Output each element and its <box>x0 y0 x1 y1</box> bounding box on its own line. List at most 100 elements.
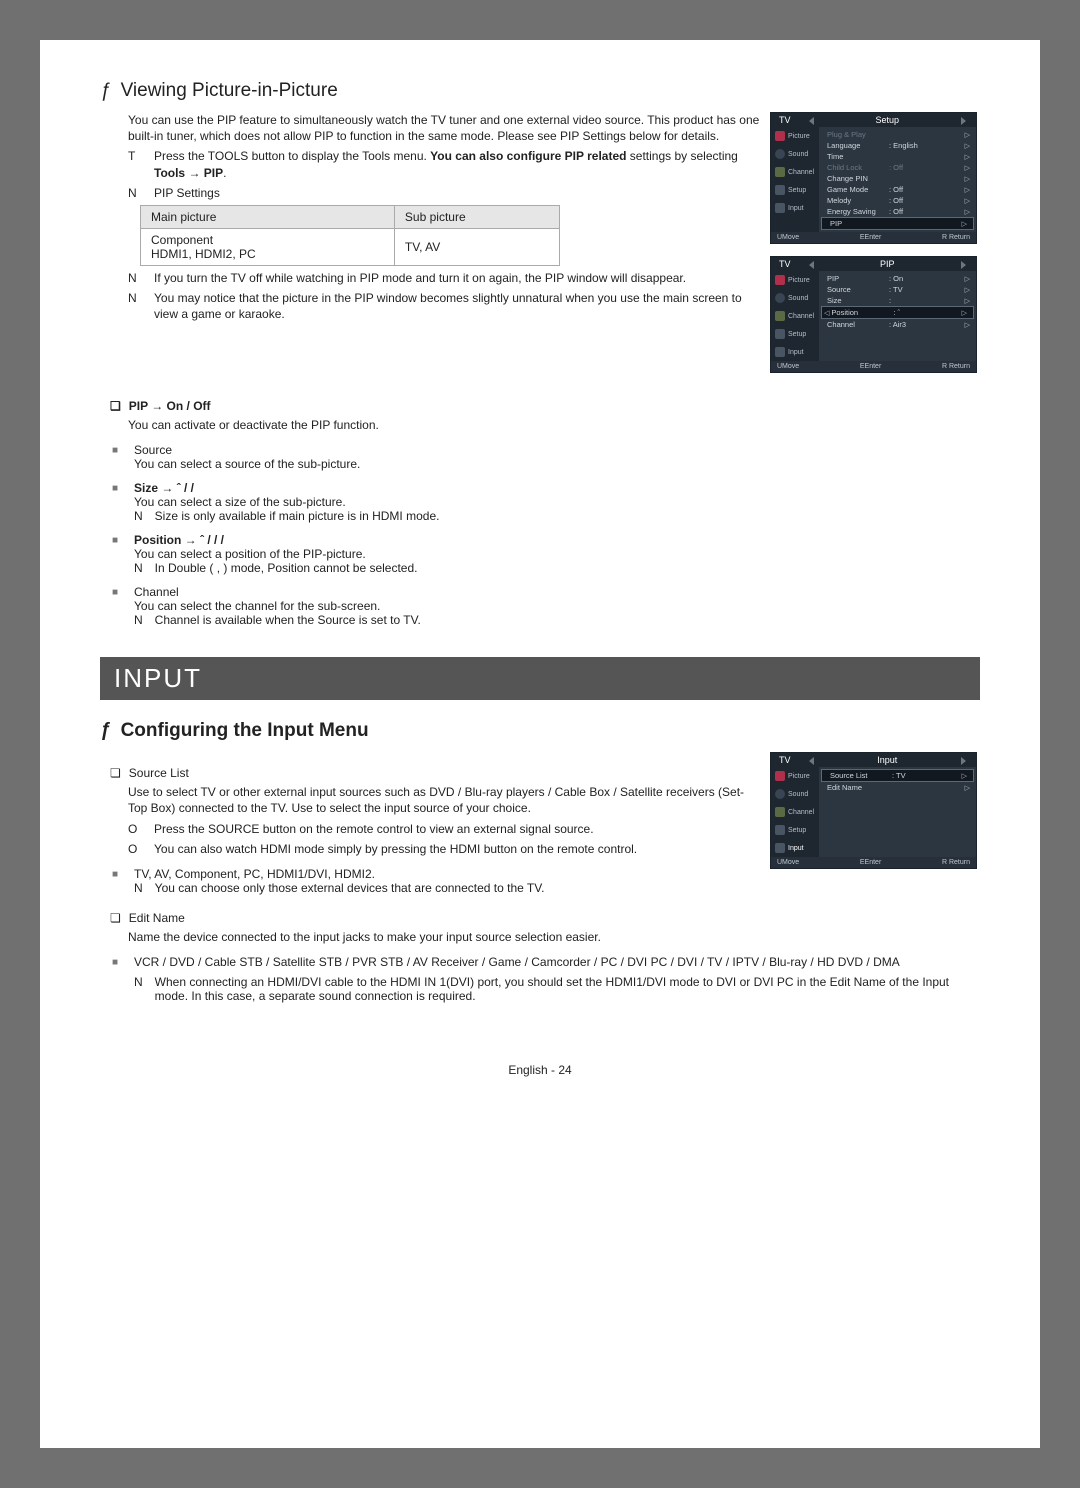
osd-title: Input <box>799 753 976 767</box>
th-main: Main picture <box>141 205 395 228</box>
source-head: Source <box>134 443 980 457</box>
osd-tv-label: TV <box>771 113 799 127</box>
channel-item: ■ Channel You can select the channel for… <box>112 585 980 627</box>
channel-note-line: N Channel is available when the Source i… <box>134 613 980 627</box>
osd-input-header: TV Input <box>771 753 976 767</box>
osd-row: PIP: On▷ <box>819 273 976 284</box>
size-desc: You can select a size of the sub-picture… <box>134 495 980 509</box>
osd-foot-move: UMove <box>777 363 799 370</box>
th-sub: Sub picture <box>394 205 559 228</box>
osd-side-channel: Channel <box>771 803 819 821</box>
note-unnatural: N You may notice that the picture in the… <box>128 290 760 322</box>
osd-main: Source List: TV▷ Edit Name▷ <box>819 767 976 857</box>
size-note: Size is only available if main picture i… <box>155 509 440 523</box>
osd-row: Size:▷ <box>819 295 976 306</box>
osd-footer: UMove EEnter R Return <box>771 857 976 868</box>
devices-note-line: N You can choose only those external dev… <box>134 881 760 895</box>
osd-side-sound: Sound <box>771 785 819 803</box>
devices-item: ■ TV, AV, Component, PC, HDMI1/DVI, HDMI… <box>112 867 760 895</box>
osd-row: Change PIN▷ <box>819 173 976 184</box>
osd-side-sound: Sound <box>771 145 819 163</box>
picture-icon <box>775 131 785 141</box>
osd-row: Edit Name▷ <box>819 782 976 793</box>
osd-sidebar: Picture Sound Channel Setup Input <box>771 127 819 232</box>
channel-icon <box>775 311 785 321</box>
note-pip-settings: N PIP Settings <box>128 185 760 201</box>
note-tools: T Press the TOOLS button to display the … <box>128 148 760 180</box>
square-icon: ■ <box>112 867 124 895</box>
position-head: Position → ˆ / / / <box>134 533 980 547</box>
osd-row: Child Lock: Off▷ <box>819 162 976 173</box>
pip-onoff-heading: ❏PIP → On / Off <box>110 399 980 413</box>
mark-O: O <box>128 821 142 837</box>
osd-row: Plug & Play▷ <box>819 129 976 140</box>
source-o2-body: You can also watch HDMI mode simply by p… <box>154 841 760 857</box>
source-desc: You can select a source of the sub-pictu… <box>134 457 980 471</box>
square-icon: ■ <box>112 533 124 575</box>
page-footer: English - 24 <box>100 1063 980 1077</box>
mark-O: O <box>128 841 142 857</box>
osd-body: Picture Sound Channel Setup Input PIP: O… <box>771 271 976 361</box>
manual-page: ƒViewing Picture-in-Picture You can use … <box>40 40 1040 1448</box>
mark-N: N <box>128 290 142 322</box>
osd-foot-return: R Return <box>942 859 970 866</box>
picture-icon <box>775 275 785 285</box>
osd-foot-move: UMove <box>777 859 799 866</box>
setup-icon <box>775 185 785 195</box>
osd-body: Picture Sound Channel Setup Input Source… <box>771 767 976 857</box>
channel-desc: You can select the channel for the sub-s… <box>134 599 980 613</box>
osd-sidebar: Picture Sound Channel Setup Input <box>771 271 819 361</box>
sound-icon <box>775 789 785 799</box>
square-icon: ■ <box>112 443 124 471</box>
osd-side-sound: Sound <box>771 289 819 307</box>
mark-N: N <box>134 561 143 575</box>
setup-icon <box>775 329 785 339</box>
edit-devices-text: VCR / DVD / Cable STB / Satellite STB / … <box>134 955 980 969</box>
osd-row: Source: TV▷ <box>819 284 976 295</box>
osd-side-input: Input <box>771 839 819 857</box>
edit-devices-item: ■ VCR / DVD / Cable STB / Satellite STB … <box>112 955 980 1003</box>
size-item: ■ Size → ˆ / / You can select a size of … <box>112 481 980 523</box>
osd-row-selected: PIP▷ <box>821 217 974 230</box>
pip-two-column: You can use the PIP feature to simultane… <box>100 112 980 385</box>
osd-foot-move: UMove <box>777 234 799 241</box>
osd-side-picture: Picture <box>771 767 819 785</box>
osd-side-channel: Channel <box>771 163 819 181</box>
mark-T: T <box>128 148 142 180</box>
osd-setup: TV Setup Picture Sound Channel Setup Inp… <box>770 112 977 244</box>
devices-text: TV, AV, Component, PC, HDMI1/DVI, HDMI2. <box>134 867 760 881</box>
mark-N: N <box>134 613 143 627</box>
osd-pip: TV PIP Picture Sound Channel Setup Input… <box>770 256 977 373</box>
sound-icon <box>775 149 785 159</box>
square-icon: ■ <box>112 955 124 1003</box>
edit-note: When connecting an HDMI/DVI cable to the… <box>155 975 980 1003</box>
input-icon <box>775 347 785 357</box>
osd-setup-header: TV Setup <box>771 113 976 127</box>
channel-head: Channel <box>134 585 980 599</box>
osd-title: Setup <box>799 113 976 127</box>
osd-row-selected: ◁Position: ˆ▷ <box>821 306 974 319</box>
square-icon: ■ <box>112 585 124 627</box>
config-input-title: ƒConfiguring the Input Menu <box>100 720 980 742</box>
osd-foot-enter: EEnter <box>860 363 881 370</box>
note-tv-off: N If you turn the TV off while watching … <box>128 270 760 286</box>
osd-pip-header: TV PIP <box>771 257 976 271</box>
osd-side-picture: Picture <box>771 127 819 145</box>
osd-input: TV Input Picture Sound Channel Setup Inp… <box>770 752 977 869</box>
osd-row: Channel: Air3▷ <box>819 319 976 330</box>
florin-icon: ƒ <box>100 80 111 101</box>
osd-row: Time▷ <box>819 151 976 162</box>
input-left: ❏Source List Use to select TV or other e… <box>100 752 760 897</box>
osd-side-input: Input <box>771 199 819 217</box>
source-o2: O You can also watch HDMI mode simply by… <box>128 841 760 857</box>
osd-row: Language: English▷ <box>819 140 976 151</box>
source-list-heading: ❏Source List <box>110 766 760 780</box>
osd-main: Plug & Play▷ Language: English▷ Time▷ Ch… <box>819 127 976 232</box>
pip-settings-label: PIP Settings <box>154 185 760 201</box>
td-sub: TV, AV <box>394 228 559 265</box>
osd-side-setup: Setup <box>771 821 819 839</box>
note-tv-off-body: If you turn the TV off while watching in… <box>154 270 760 286</box>
input-two-column: ❏Source List Use to select TV or other e… <box>100 752 980 897</box>
edit-note-line: N When connecting an HDMI/DVI cable to t… <box>134 975 980 1003</box>
position-item: ■ Position → ˆ / / / You can select a po… <box>112 533 980 575</box>
